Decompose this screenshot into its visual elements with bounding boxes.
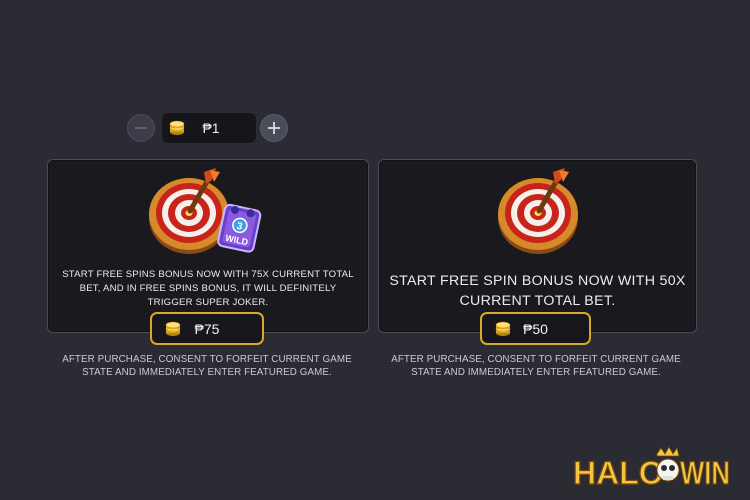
logo-text-right: WIN (680, 455, 730, 490)
buy-button-50[interactable]: ₱50 (480, 312, 591, 345)
price-label: ₱75 (194, 321, 220, 337)
buy-feature-card-75x[interactable]: 3 WILD START FREE SPINS BONUS NOW WITH 7… (47, 159, 369, 333)
minus-icon (135, 127, 147, 129)
decrease-bet-button[interactable] (127, 114, 155, 142)
purchase-note: AFTER PURCHASE, CONSENT TO FORFEIT CURRE… (62, 354, 352, 378)
bet-value: ₱1 (202, 120, 220, 136)
purchase-note: AFTER PURCHASE, CONSENT TO FORFEIT CURRE… (391, 354, 681, 378)
dart-target-icon (493, 166, 583, 266)
offer-description: START FREE SPIN BONUS NOW WITH 50X CURRE… (389, 273, 686, 309)
buy-button-75[interactable]: ₱75 (150, 312, 264, 345)
logo-text-left: HALO (573, 455, 664, 490)
buy-feature-card-50x[interactable]: START FREE SPIN BONUS NOW WITH 50X CURRE… (378, 159, 697, 333)
plus-icon (268, 122, 280, 134)
price-label: ₱50 (523, 321, 548, 337)
halowin-logo: HALO WIN (572, 446, 731, 490)
skull-crown-icon (656, 446, 680, 482)
offer-description: START FREE SPINS BONUS NOW WITH 75X CURR… (62, 269, 354, 308)
dart-target-with-wild-icon: 3 WILD (144, 166, 262, 266)
bet-amount-display: ₱1 (162, 113, 256, 143)
increase-bet-button[interactable] (260, 114, 288, 142)
